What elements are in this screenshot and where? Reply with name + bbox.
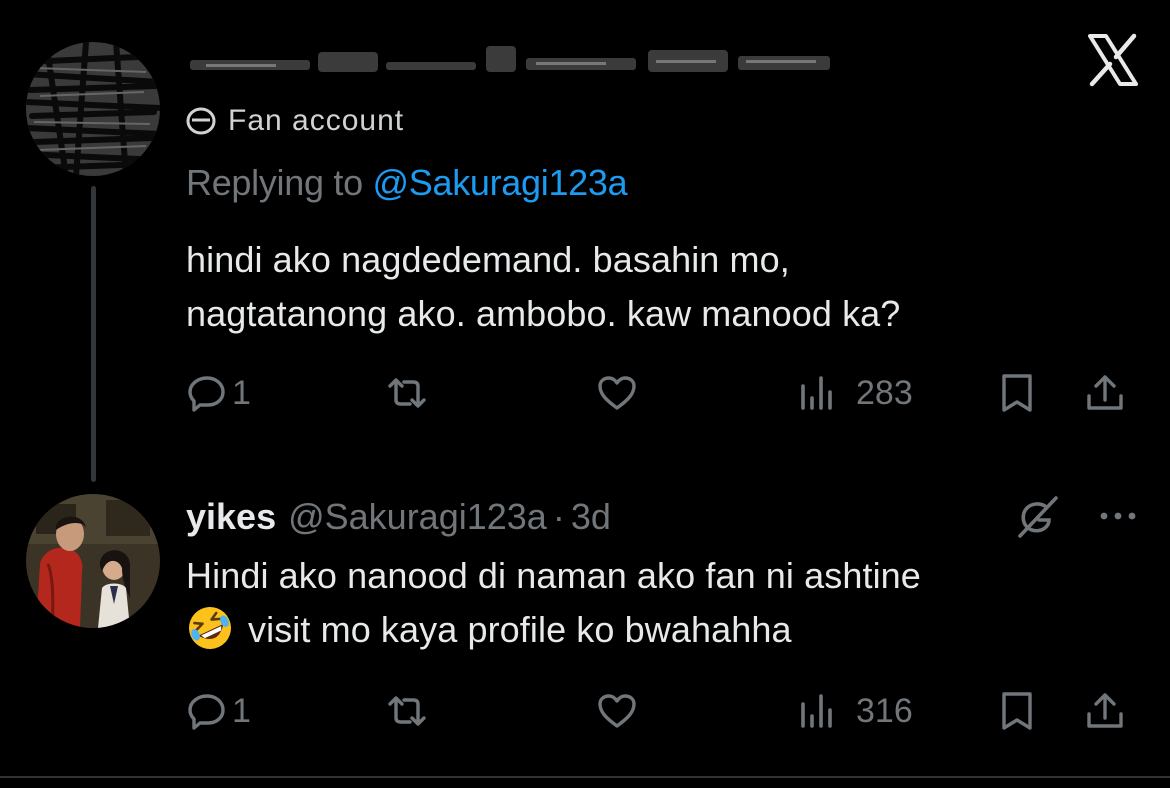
- avatar[interactable]: [26, 42, 160, 176]
- account-label-text: Fan account: [228, 104, 405, 137]
- views-button[interactable]: 316: [798, 686, 913, 736]
- bookmark-icon: [1002, 692, 1032, 730]
- retweet-button[interactable]: [386, 686, 428, 736]
- tweet-text-line-2: visit mo kaya profile ko bwahahha: [186, 603, 1136, 657]
- share-icon: [1087, 375, 1123, 410]
- reply-icon: [188, 376, 225, 412]
- more-icon[interactable]: [1096, 506, 1140, 526]
- heart-icon: [598, 376, 636, 410]
- shield-icon: [186, 107, 216, 135]
- views-icon: [801, 376, 832, 410]
- bookmark-button[interactable]: [996, 368, 1038, 418]
- replying-to: Replying to @Sakuragi123a: [186, 162, 628, 204]
- redacted-display-name: [186, 40, 836, 82]
- timestamp[interactable]: 3d: [571, 496, 611, 538]
- views-count: 316: [856, 691, 913, 730]
- thread-line: [91, 186, 96, 482]
- views-icon: [801, 694, 832, 728]
- tweet-text-line: hindi ako nagdedemand. basahin mo,: [186, 239, 790, 280]
- account-label: Fan account: [186, 104, 404, 138]
- like-button[interactable]: [596, 368, 638, 418]
- tweet-text-line: nagtatanong ako. ambobo. kaw manood ka?: [186, 293, 901, 334]
- tweet-text: hindi ako nagdedemand. basahin mo, nagta…: [186, 233, 1106, 341]
- share-button[interactable]: [1084, 368, 1126, 418]
- tweet-actions: 1 316: [186, 686, 1136, 736]
- retweet-icon: [388, 696, 426, 726]
- rofl-emoji-icon: [186, 604, 234, 652]
- display-name[interactable]: yikes: [186, 496, 276, 538]
- reply-count: 1: [232, 691, 251, 730]
- retweet-icon: [388, 378, 426, 408]
- bookmark-icon: [1002, 374, 1032, 412]
- x-logo-icon[interactable]: [1086, 32, 1140, 88]
- reply-button[interactable]: 1: [186, 368, 251, 418]
- grok-icon[interactable]: [1014, 496, 1060, 538]
- separator-dot: ·: [552, 496, 565, 537]
- share-icon: [1087, 693, 1123, 728]
- user-handle[interactable]: @Sakuragi123a: [288, 496, 547, 538]
- tweet-actions: 1 283: [186, 368, 1136, 418]
- views-button[interactable]: 283: [798, 368, 913, 418]
- retweet-button[interactable]: [386, 368, 428, 418]
- replying-handle-link[interactable]: @Sakuragi123a: [373, 162, 628, 203]
- reply-count: 1: [232, 373, 251, 412]
- share-button[interactable]: [1084, 686, 1126, 736]
- tweet-text-line: Hindi ako nanood di naman ako fan ni ash…: [186, 555, 921, 596]
- heart-icon: [598, 694, 636, 728]
- bookmark-button[interactable]: [996, 686, 1038, 736]
- tweet-text: Hindi ako nanood di naman ako fan ni ash…: [186, 549, 1136, 657]
- views-count: 283: [856, 373, 913, 412]
- avatar[interactable]: [26, 494, 160, 628]
- reply-button[interactable]: 1: [186, 686, 251, 736]
- tweet-header: yikes @Sakuragi123a · 3d: [186, 492, 611, 542]
- replying-prefix: Replying to: [186, 162, 363, 203]
- like-button[interactable]: [596, 686, 638, 736]
- tweet-text-line: visit mo kaya profile ko bwahahha: [248, 609, 792, 650]
- reply-icon: [188, 694, 225, 730]
- divider: [0, 776, 1170, 778]
